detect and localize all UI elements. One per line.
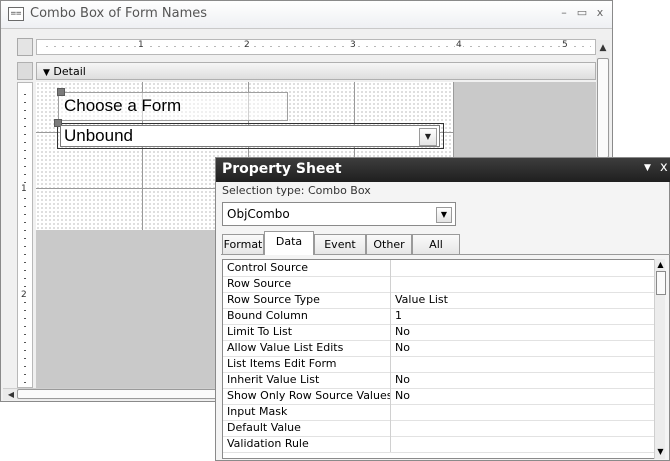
property-name: Control Source: [223, 260, 391, 276]
property-value[interactable]: No: [392, 340, 654, 356]
property-row[interactable]: Validation Rule: [223, 436, 663, 453]
property-value[interactable]: No: [392, 324, 654, 340]
property-value[interactable]: [392, 420, 654, 436]
title-bar[interactable]: == Combo Box of Form Names – ▭ x: [1, 1, 612, 29]
property-row[interactable]: Allow Value List Edits No: [223, 340, 663, 357]
property-grid-scroll-thumb[interactable]: [656, 271, 666, 295]
dropdown-arrow-icon[interactable]: ▼: [436, 207, 452, 223]
ruler-number: 4: [455, 40, 463, 50]
ruler-number: 2: [243, 40, 251, 50]
property-value[interactable]: [392, 276, 654, 292]
property-row[interactable]: List Items Edit Form: [223, 356, 663, 373]
property-value[interactable]: No: [392, 372, 654, 388]
form-names-combo-box[interactable]: Unbound ▼: [60, 125, 440, 147]
vertical-ruler-number: 1: [21, 184, 27, 194]
property-value[interactable]: [392, 260, 654, 276]
property-name: Show Only Row Source Values: [223, 388, 391, 404]
vertical-scroll-thumb[interactable]: [597, 58, 609, 158]
label-caption: Choose a Form: [64, 96, 182, 115]
combo-value: Unbound: [64, 126, 134, 145]
ruler-corner[interactable]: [17, 38, 33, 56]
property-sheet-header[interactable]: Property Sheet ▼ x: [216, 158, 670, 182]
property-row[interactable]: Row Source: [223, 276, 663, 293]
property-name: Input Mask: [223, 404, 391, 420]
property-row[interactable]: Default Value: [223, 420, 663, 437]
close-button[interactable]: x: [592, 5, 608, 21]
object-selector-dropdown[interactable]: ObjCombo ▼: [222, 202, 456, 226]
form-icon[interactable]: ==: [8, 7, 24, 21]
property-value[interactable]: [392, 436, 654, 452]
property-row[interactable]: Input Mask: [223, 404, 663, 421]
section-selector[interactable]: [17, 62, 33, 80]
tab-format[interactable]: Format: [222, 234, 264, 254]
vertical-ruler-ticks: [24, 87, 26, 383]
property-row[interactable]: Limit To List No: [223, 324, 663, 341]
scroll-up-arrow-icon[interactable]: ▲: [655, 259, 666, 271]
tab-other[interactable]: Other: [366, 234, 412, 254]
property-row[interactable]: Bound Column 1: [223, 308, 663, 325]
section-arrow-icon: ▼: [43, 68, 50, 78]
tab-event[interactable]: Event: [314, 234, 366, 254]
property-name: Inherit Value List: [223, 372, 391, 388]
property-name: Bound Column: [223, 308, 391, 324]
property-value[interactable]: No: [392, 388, 654, 404]
property-value[interactable]: [392, 356, 654, 372]
property-sheet: Property Sheet ▼ x Selection type: Combo…: [215, 157, 670, 461]
detail-label-text: Detail: [53, 65, 86, 78]
close-pane-icon[interactable]: x: [660, 160, 668, 175]
scroll-left-arrow-icon[interactable]: ◀: [5, 389, 17, 400]
ruler-number: 5: [561, 40, 569, 50]
property-sheet-title: Property Sheet: [222, 161, 342, 177]
property-value[interactable]: Value List: [392, 292, 654, 308]
property-grid: Control Source Row Source Row Source Typ…: [222, 259, 664, 459]
property-name: Limit To List: [223, 324, 391, 340]
minimize-button[interactable]: –: [556, 5, 572, 21]
dropdown-arrow-icon[interactable]: ▼: [419, 128, 437, 146]
property-row[interactable]: Show Only Row Source Values No: [223, 388, 663, 405]
horizontal-scroll-thumb[interactable]: [17, 389, 217, 399]
property-name: List Items Edit Form: [223, 356, 391, 372]
property-value[interactable]: 1: [392, 308, 654, 324]
pane-options-icon[interactable]: ▼: [644, 163, 651, 173]
ruler-ticks: [43, 46, 591, 47]
detail-section-label: ▼ Detail: [43, 65, 86, 78]
property-name: Allow Value List Edits: [223, 340, 391, 356]
property-row[interactable]: Row Source Type Value List: [223, 292, 663, 309]
window-title: Combo Box of Form Names: [30, 6, 207, 21]
tab-data[interactable]: Data: [264, 231, 314, 255]
property-name: Row Source: [223, 276, 391, 292]
vertical-ruler[interactable]: 1 2: [17, 82, 33, 388]
selection-type-label: Selection type: Combo Box: [222, 184, 371, 197]
restore-button[interactable]: ▭: [574, 5, 590, 21]
move-handle[interactable]: [57, 88, 65, 96]
scroll-down-arrow-icon[interactable]: ▼: [655, 446, 666, 458]
object-selector-value: ObjCombo: [227, 207, 290, 221]
property-row[interactable]: Control Source: [223, 260, 663, 277]
ruler-number: 3: [349, 40, 357, 50]
horizontal-ruler[interactable]: 1 2 3 4 5: [36, 39, 596, 55]
detail-section-bar[interactable]: ▼ Detail: [36, 62, 596, 80]
ruler-number: 1: [137, 40, 145, 50]
property-name: Validation Rule: [223, 436, 391, 452]
tab-all[interactable]: All: [412, 234, 460, 254]
scroll-up-arrow-icon[interactable]: ▲: [596, 40, 610, 58]
choose-form-label-control[interactable]: Choose a Form: [58, 92, 288, 121]
property-value[interactable]: [392, 404, 654, 420]
property-name: Row Source Type: [223, 292, 391, 308]
property-row[interactable]: Inherit Value List No: [223, 372, 663, 389]
property-name: Default Value: [223, 420, 391, 436]
vertical-ruler-number: 2: [21, 290, 27, 300]
property-grid-scrollbar[interactable]: ▲ ▼: [654, 259, 666, 459]
